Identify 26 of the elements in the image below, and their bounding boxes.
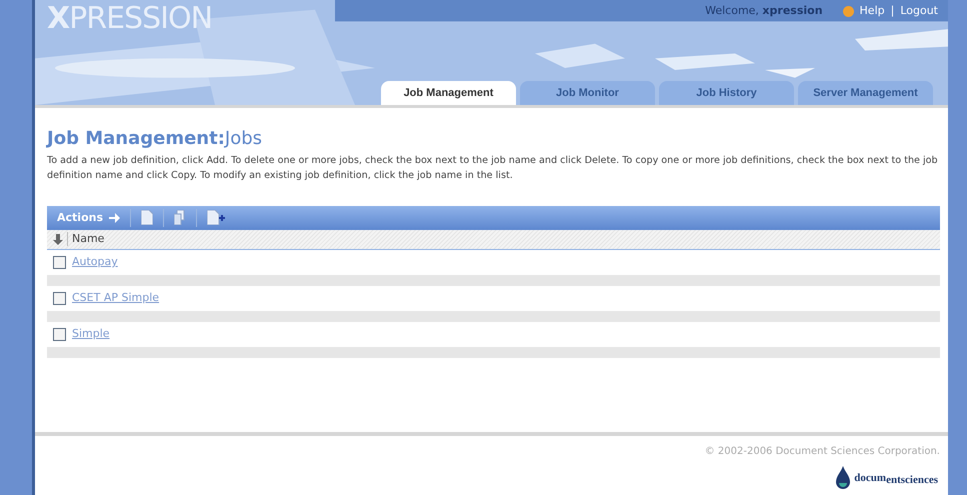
tab[interactable]: Job Management [381,81,516,105]
page-title: Job Management:Jobs [47,128,264,149]
page-description: To add a new job definition, click Add. To delete one or more jobs, check the box next to the job name and click Delete. To copy one or more job definitions, check the box next to the job definition name and click Copy. To modify an existing job definition, click the job name in the list. [47,154,939,184]
copy-icon[interactable] [174,210,186,226]
job-link[interactable]: CSET AP Simple [72,290,160,306]
drop-logo-icon [836,466,850,490]
copyright-text: © 2002-2006 Document Sciences Corporation. [704,445,940,459]
tab[interactable]: Job History [659,81,794,105]
tab[interactable]: Job Monitor [520,81,655,105]
arrow-icon [109,212,120,223]
welcome-text: Welcome, xpression [705,3,823,19]
sort-arrow-icon[interactable] [53,234,63,245]
header-link[interactable]: Help [860,3,885,20]
job-link[interactable]: Simple [72,326,110,342]
tab[interactable]: Server Management [798,81,933,105]
row-checkbox[interactable] [53,256,66,269]
column-header[interactable]: Name [72,230,104,248]
row-checkbox[interactable] [53,328,66,341]
actions-label: Actions [57,211,103,224]
job-link[interactable]: Autopay [72,254,118,270]
logo: XPRESSION [47,2,212,35]
document-icon[interactable] [141,210,153,226]
row-checkbox[interactable] [53,292,66,305]
header-link[interactable]: Logout [900,3,938,20]
add-document-icon[interactable] [207,210,225,226]
separator-text: | [890,3,894,19]
